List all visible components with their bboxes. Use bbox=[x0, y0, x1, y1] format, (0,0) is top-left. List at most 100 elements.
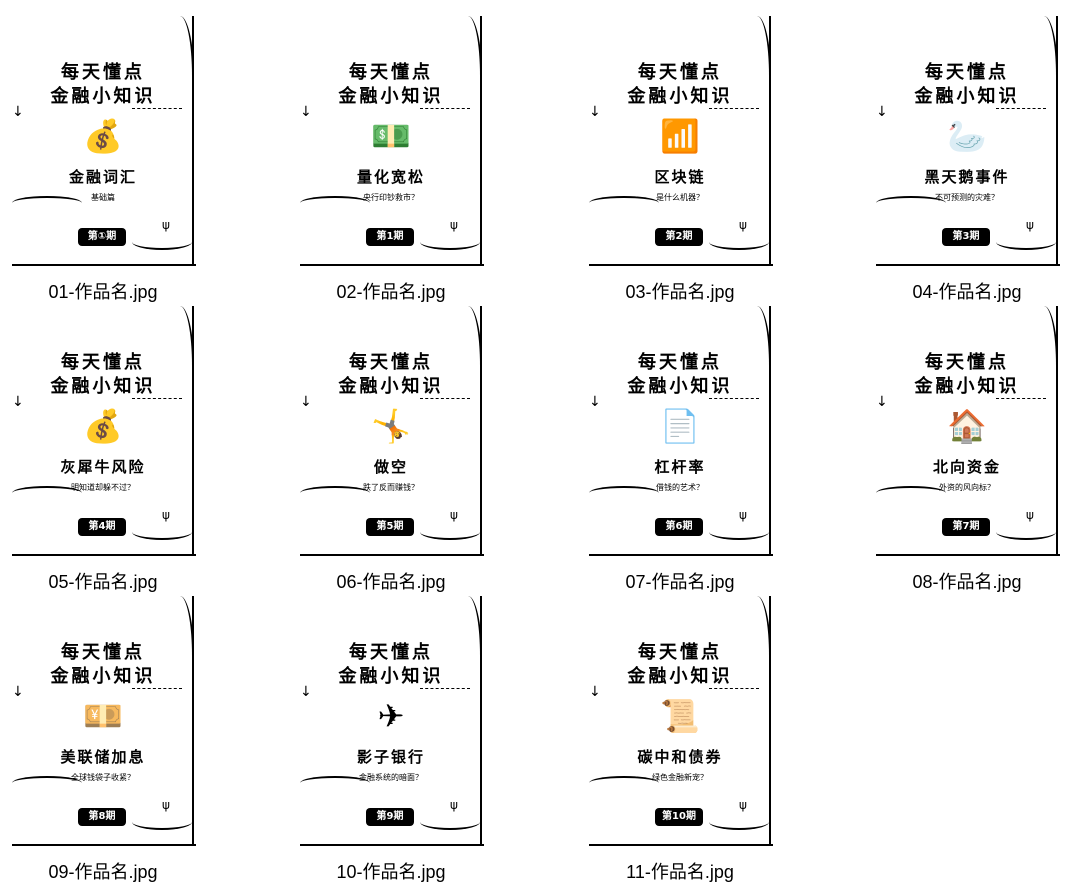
thumbnail-image[interactable]: 每天懂点 金融小知识 ↓ 🤸 做空 跌了反而赚钱？ 第5期 ψ bbox=[300, 302, 484, 560]
cover-subtitle: 央行印钞救市？ bbox=[363, 193, 419, 202]
file-name-label[interactable]: 11-作品名.jpg bbox=[577, 858, 783, 884]
file-thumbnail-item[interactable]: 每天懂点 金融小知识 ↓ 📶 区块链 是什么机器？ 第2期 ψ 03-作品名.j… bbox=[577, 12, 797, 302]
scroll-icon: 📜 bbox=[660, 697, 700, 735]
cover-title-line1: 每天懂点 bbox=[638, 352, 722, 373]
cover-title-line2: 金融小知识 bbox=[627, 376, 733, 397]
file-thumbnail-item[interactable]: 每天懂点 金融小知识 ↓ 📄 杠杆率 借钱的艺术？ 第6期 ψ 07-作品名.j… bbox=[577, 302, 797, 592]
cover-title-line1: 每天懂点 bbox=[61, 642, 145, 663]
cover-title-line1: 每天懂点 bbox=[61, 62, 145, 83]
file-thumbnail-item[interactable]: 每天懂点 金融小知识 ↓ 💴 美联储加息 全球钱袋子收紧？ 第8期 ψ 09-作… bbox=[0, 592, 220, 882]
cash-stack-icon: 💴 bbox=[83, 697, 123, 735]
sprout-icon: ψ bbox=[162, 218, 170, 232]
book-edge-bottom bbox=[876, 554, 1060, 556]
dashed-divider bbox=[709, 398, 759, 400]
dashed-divider bbox=[132, 108, 182, 110]
arrow-down-icon: ↓ bbox=[589, 684, 601, 700]
file-thumbnail-item[interactable]: 每天懂点 金融小知识 ↓ 🏠 北向资金 外资的风向标？ 第7期 ψ 08-作品名… bbox=[864, 302, 1067, 592]
arrow-down-icon: ↓ bbox=[876, 104, 888, 120]
thumbnail-image[interactable]: 每天懂点 金融小知识 ↓ 💴 美联储加息 全球钱袋子收紧？ 第8期 ψ bbox=[12, 592, 196, 850]
dashed-divider bbox=[709, 108, 759, 110]
file-name-label[interactable]: 05-作品名.jpg bbox=[0, 568, 206, 594]
wave-decoration bbox=[996, 234, 1056, 250]
banknote-icon: 💵 bbox=[371, 117, 411, 155]
wave-decoration bbox=[132, 814, 192, 830]
file-thumbnail-item[interactable]: 每天懂点 金融小知识 ↓ ✈ 影子银行 金融系统的暗面？ 第9期 ψ 10-作品… bbox=[288, 592, 508, 882]
file-thumbnail-item[interactable]: 每天懂点 金融小知识 ↓ 💰 金融词汇 基础篇 第①期 ψ 01-作品名.jpg bbox=[0, 12, 220, 302]
thumbnail-image[interactable]: 每天懂点 金融小知识 ↓ 📜 碳中和债券 绿色金融新宠？ 第10期 ψ bbox=[589, 592, 773, 850]
thumbnail-image[interactable]: 每天懂点 金融小知识 ↓ 💰 金融词汇 基础篇 第①期 ψ bbox=[12, 12, 196, 270]
issue-badge: 第3期 bbox=[942, 228, 990, 246]
wave-decoration bbox=[996, 524, 1056, 540]
file-thumbnail-item[interactable]: 每天懂点 金融小知识 ↓ 🤸 做空 跌了反而赚钱？ 第5期 ψ 06-作品名.j… bbox=[288, 302, 508, 592]
sprout-icon: ψ bbox=[162, 508, 170, 522]
arrow-down-icon: ↓ bbox=[589, 104, 601, 120]
thumbnail-image[interactable]: 每天懂点 金融小知识 ↓ 📄 杠杆率 借钱的艺术？ 第6期 ψ bbox=[589, 302, 773, 560]
thumbnail-image[interactable]: 每天懂点 金融小知识 ↓ 💰 灰犀牛风险 明知道却躲不过？ 第4期 ψ bbox=[12, 302, 196, 560]
file-name-label[interactable]: 01-作品名.jpg bbox=[0, 278, 206, 304]
dashed-divider bbox=[420, 398, 470, 400]
issue-badge: 第6期 bbox=[655, 518, 703, 536]
file-name-label[interactable]: 03-作品名.jpg bbox=[577, 278, 783, 304]
book-edge-bottom bbox=[876, 264, 1060, 266]
house-icon: 🏠 bbox=[947, 407, 987, 445]
issue-badge: 第10期 bbox=[655, 808, 703, 826]
book-edge-bottom bbox=[589, 264, 773, 266]
arrow-down-icon: ↓ bbox=[12, 684, 24, 700]
cover-subtitle: 是什么机器？ bbox=[656, 193, 704, 202]
thumbnail-image[interactable]: 每天懂点 金融小知识 ↓ 📶 区块链 是什么机器？ 第2期 ψ bbox=[589, 12, 773, 270]
cover-topic: 影子银行 bbox=[356, 748, 425, 766]
file-name-label[interactable]: 10-作品名.jpg bbox=[288, 858, 494, 884]
issue-badge: 第2期 bbox=[655, 228, 703, 246]
thumbnail-image[interactable]: 每天懂点 金融小知识 ↓ 🦢 黑天鹅事件 不可预测的灾难？ 第3期 ψ bbox=[876, 12, 1060, 270]
cover-subtitle: 全球钱袋子收紧？ bbox=[71, 773, 135, 782]
cover-subtitle: 借钱的艺术？ bbox=[656, 483, 704, 492]
cover-title-line1: 每天懂点 bbox=[349, 642, 433, 663]
thumbnail-image[interactable]: 每天懂点 金融小知识 ↓ 🏠 北向资金 外资的风向标？ 第7期 ψ bbox=[876, 302, 1060, 560]
file-thumbnail-item[interactable]: 每天懂点 金融小知识 ↓ 💵 量化宽松 央行印钞救市？ 第1期 ψ 02-作品名… bbox=[288, 12, 508, 302]
file-name-label[interactable]: 09-作品名.jpg bbox=[0, 858, 206, 884]
cover-topic: 黑天鹅事件 bbox=[924, 168, 1010, 186]
wave-decoration bbox=[132, 234, 192, 250]
book-edge-bottom bbox=[300, 844, 484, 846]
sprout-icon: ψ bbox=[739, 798, 747, 812]
book-edge-bottom bbox=[589, 844, 773, 846]
cover-subtitle: 跌了反而赚钱？ bbox=[363, 483, 419, 492]
file-name-label[interactable]: 06-作品名.jpg bbox=[288, 568, 494, 594]
cover-topic: 北向资金 bbox=[932, 458, 1001, 476]
file-thumbnail-item[interactable]: 每天懂点 金融小知识 ↓ 🦢 黑天鹅事件 不可预测的灾难？ 第3期 ψ 04-作… bbox=[864, 12, 1067, 302]
issue-badge: 第1期 bbox=[366, 228, 414, 246]
cover-title-line2: 金融小知识 bbox=[627, 666, 733, 687]
cover-topic: 灰犀牛风险 bbox=[60, 458, 146, 476]
issue-badge: 第4期 bbox=[78, 518, 126, 536]
cover-topic: 杠杆率 bbox=[654, 458, 706, 476]
wave-decoration bbox=[709, 814, 769, 830]
plane-down-icon: ✈ bbox=[377, 697, 405, 735]
cover-subtitle: 明知道却躲不过？ bbox=[71, 483, 135, 492]
cover-topic: 金融词汇 bbox=[68, 168, 137, 186]
wave-decoration bbox=[132, 524, 192, 540]
cover-title-line2: 金融小知识 bbox=[914, 86, 1020, 107]
cover-title-line1: 每天懂点 bbox=[925, 352, 1009, 373]
file-name-label[interactable]: 08-作品名.jpg bbox=[864, 568, 1067, 594]
cover-topic: 区块链 bbox=[654, 168, 706, 186]
arrow-down-icon: ↓ bbox=[589, 394, 601, 410]
book-edge-bottom bbox=[12, 264, 196, 266]
thumbnail-grid: 每天懂点 金融小知识 ↓ 💰 金融词汇 基础篇 第①期 ψ 01-作品名.jpg… bbox=[0, 0, 1067, 882]
thumbnail-image[interactable]: 每天懂点 金融小知识 ↓ 💵 量化宽松 央行印钞救市？ 第1期 ψ bbox=[300, 12, 484, 270]
cover-title-line2: 金融小知识 bbox=[50, 86, 156, 107]
file-name-label[interactable]: 07-作品名.jpg bbox=[577, 568, 783, 594]
wave-decoration bbox=[420, 234, 480, 250]
thumbnail-image[interactable]: 每天懂点 金融小知识 ↓ ✈ 影子银行 金融系统的暗面？ 第9期 ψ bbox=[300, 592, 484, 850]
file-name-label[interactable]: 04-作品名.jpg bbox=[864, 278, 1067, 304]
document-icon: 📄 bbox=[660, 407, 700, 445]
cover-topic: 美联储加息 bbox=[60, 748, 146, 766]
cover-subtitle: 外资的风向标？ bbox=[939, 483, 995, 492]
issue-badge: 第7期 bbox=[942, 518, 990, 536]
falling-person-icon: 🤸 bbox=[371, 407, 411, 445]
file-thumbnail-item[interactable]: 每天懂点 金融小知识 ↓ 📜 碳中和债券 绿色金融新宠？ 第10期 ψ 11-作… bbox=[577, 592, 797, 882]
file-name-label[interactable]: 02-作品名.jpg bbox=[288, 278, 494, 304]
issue-badge: 第5期 bbox=[366, 518, 414, 536]
file-thumbnail-item[interactable]: 每天懂点 金融小知识 ↓ 💰 灰犀牛风险 明知道却躲不过？ 第4期 ψ 05-作… bbox=[0, 302, 220, 592]
cover-title-line2: 金融小知识 bbox=[338, 376, 444, 397]
cover-topic: 做空 bbox=[373, 458, 408, 476]
